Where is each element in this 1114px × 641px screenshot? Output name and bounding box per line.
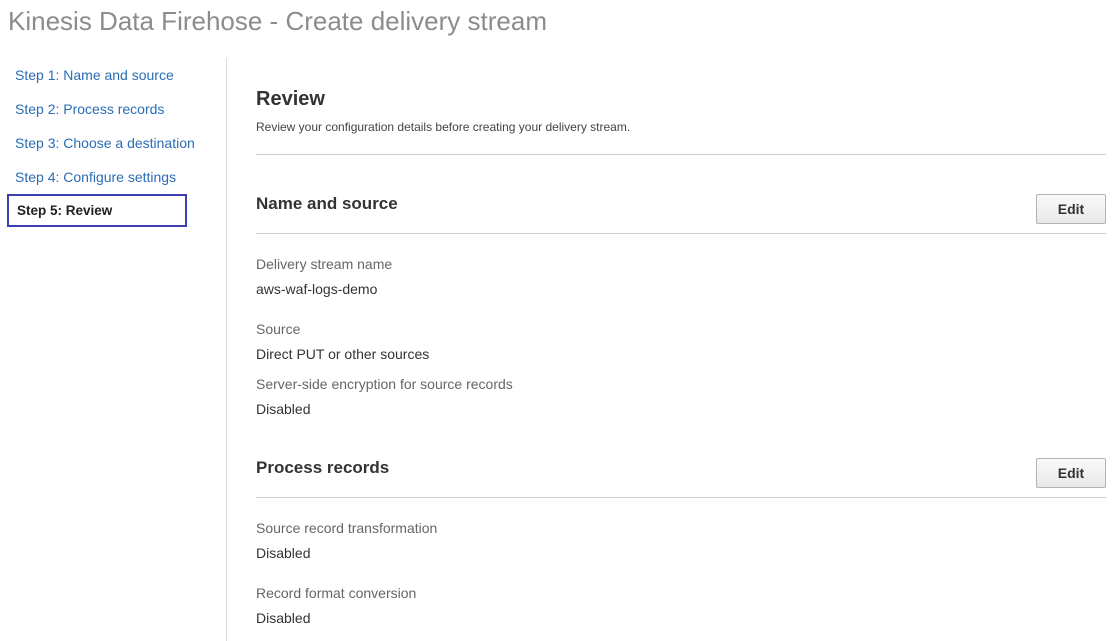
delivery-stream-name-value: aws-waf-logs-demo: [256, 281, 378, 297]
step-4-configure-settings-link[interactable]: Step 4: Configure settings: [15, 169, 176, 185]
source-value: Direct PUT or other sources: [256, 346, 430, 362]
record-format-conversion-label: Record format conversion: [256, 585, 417, 601]
server-side-encryption-label: Server-side encryption for source record…: [256, 376, 513, 392]
delivery-stream-name-label: Delivery stream name: [256, 256, 393, 272]
review-heading: Review: [256, 88, 325, 110]
source-record-transformation-value: Disabled: [256, 545, 311, 561]
step-1-name-and-source-link[interactable]: Step 1: Name and source: [15, 67, 174, 83]
step-5-review-current: Step 5: Review: [7, 194, 187, 227]
review-description: Review your configuration details before…: [256, 120, 631, 134]
name-and-source-heading: Name and source: [256, 194, 398, 213]
server-side-encryption-value: Disabled: [256, 401, 311, 417]
step-3-choose-destination-link[interactable]: Step 3: Choose a destination: [15, 135, 195, 151]
divider: [256, 233, 1106, 234]
edit-name-and-source-button[interactable]: Edit: [1036, 194, 1106, 224]
process-records-heading: Process records: [256, 458, 390, 477]
review-panel: Review Review your configuration details…: [256, 0, 1106, 641]
divider: [256, 497, 1106, 498]
edit-process-records-button[interactable]: Edit: [1036, 458, 1106, 488]
wizard-steps-nav: Step 1: Name and source Step 2: Process …: [0, 58, 227, 641]
source-record-transformation-label: Source record transformation: [256, 520, 438, 536]
source-label: Source: [256, 321, 301, 337]
step-2-process-records-link[interactable]: Step 2: Process records: [15, 101, 164, 117]
record-format-conversion-value: Disabled: [256, 610, 311, 626]
divider: [256, 154, 1106, 155]
